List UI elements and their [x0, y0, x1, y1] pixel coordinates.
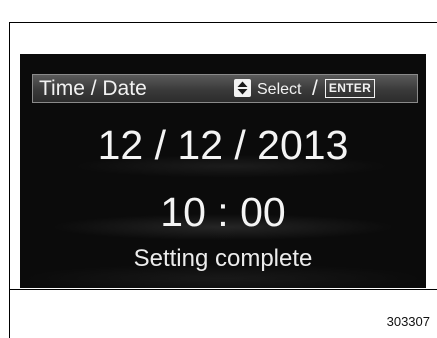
display-screen: Time / Date Select / ENTER 12 / 12 / 201…: [20, 54, 426, 288]
up-down-arrow-icon: [234, 79, 251, 97]
enter-key-hint: ENTER: [325, 79, 375, 98]
status-message: Setting complete: [133, 245, 313, 272]
hint-separator: /: [312, 77, 318, 100]
select-hint-label: Select: [257, 81, 302, 98]
figure-frame-left: [9, 22, 10, 338]
figure-number: 303307: [386, 314, 430, 329]
screen-title: Time / Date: [39, 77, 147, 100]
figure-caption-rule: [9, 289, 437, 290]
figure-frame-top: [9, 22, 437, 23]
time-value[interactable]: 10 : 00: [20, 189, 426, 235]
header-bar: Time / Date Select / ENTER: [32, 74, 418, 103]
date-value[interactable]: 12 / 12 / 2013: [20, 122, 426, 168]
